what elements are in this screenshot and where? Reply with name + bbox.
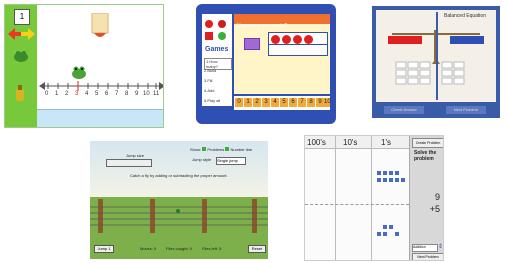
tick-label: 2	[65, 91, 69, 97]
counter	[282, 35, 291, 44]
flies-left-count: Flies left: 5	[202, 246, 222, 251]
menu-item[interactable]: 4.Add	[204, 88, 214, 93]
place-value-header: 100's 10's 1's	[305, 136, 409, 149]
number-button[interactable]: 8	[307, 98, 315, 107]
number-buttons: 0 1 2 3 4 5 6 7 8 9 10	[234, 96, 331, 110]
number-line-labels: 0 1 2 3 4 5 6 7 8 9 10 11	[45, 91, 163, 99]
tick-label: 5	[95, 91, 99, 97]
counter	[271, 35, 280, 44]
green-circle-icon[interactable]	[218, 32, 226, 40]
number-button[interactable]: 1	[244, 98, 252, 107]
number-button[interactable]: 4	[271, 98, 279, 107]
top-number-button[interactable]: 1	[14, 9, 30, 25]
check-answer-button[interactable]: Check Answer	[384, 106, 424, 114]
reset-button[interactable]: Reset	[248, 245, 266, 253]
tick-label: 4	[85, 91, 89, 97]
instruction-text: Solve the problem	[414, 150, 437, 162]
flies-caught-count: Flies caught: 0	[166, 246, 193, 251]
tick-label: 11	[153, 91, 160, 97]
tick-label: 7	[115, 91, 119, 97]
jump-button[interactable]: Jump 1	[94, 245, 114, 253]
number-button[interactable]: 7	[298, 98, 306, 107]
next-problem-button[interactable]: Next Problem	[446, 106, 486, 114]
divider	[436, 12, 438, 100]
moves-count: Moves: 0	[140, 246, 157, 251]
show-options[interactable]: Show: Problems Number line	[190, 147, 252, 152]
red-square-icon[interactable]	[205, 32, 213, 40]
bottle-tool-icon[interactable]	[12, 85, 28, 108]
ones-blocks-bottom	[377, 224, 405, 242]
menu-item[interactable]: 5.Play all	[204, 98, 220, 103]
number-button[interactable]: 5	[280, 98, 288, 107]
checkbox[interactable]	[202, 147, 207, 151]
menu-item[interactable]: 2.Build	[204, 68, 216, 73]
ones-blocks-top	[377, 170, 405, 188]
number-button[interactable]: 3	[262, 98, 270, 107]
ten-frame-panel: Games 1.How many? 2.Build 3.Fill 4.Add 5…	[196, 4, 336, 124]
balance-panel: Balanced Equation Check Answer Next Prob…	[372, 6, 500, 118]
number-button[interactable]: 2	[253, 98, 261, 107]
number-button[interactable]: 6	[289, 98, 297, 107]
apple-icon[interactable]	[218, 20, 226, 28]
next-problem-button[interactable]: Next Problem	[412, 253, 443, 260]
number-button[interactable]: 9	[316, 98, 324, 107]
column-divider	[371, 136, 372, 260]
play-area: How many are empty?	[234, 14, 330, 94]
counter	[304, 35, 313, 44]
number-button[interactable]: 10	[324, 98, 331, 107]
counter-box[interactable]	[244, 38, 260, 50]
number-button[interactable]: 0	[235, 98, 243, 107]
row-divider	[305, 204, 409, 205]
question-text: How many are empty?	[237, 23, 288, 29]
fly-game-panel: Show: Problems Number line Jump size Jum…	[90, 141, 268, 259]
problem-bottom-number: +5	[429, 204, 440, 214]
tick-label: 3	[75, 91, 79, 97]
question-bar: How many are empty?	[234, 14, 330, 29]
number-line-panel: 1 0 1 2 3 4 5 6 7 8 9 10 11	[4, 4, 164, 128]
create-problem-button[interactable]: Create Problem	[412, 138, 443, 148]
jump-style-select[interactable]: Single jump	[216, 157, 246, 165]
mode-select[interactable]: Addition	[412, 244, 438, 252]
balance-area: Balanced Equation	[376, 10, 496, 102]
balance-title: Balanced Equation	[444, 13, 486, 19]
tick-label: 6	[105, 91, 109, 97]
jump-size-control[interactable]	[106, 159, 152, 167]
tick-label: 9	[135, 91, 139, 97]
frog-tool-icon[interactable]	[13, 49, 29, 68]
hanging-lamp-icon	[91, 12, 109, 46]
ones-header: 1's	[381, 138, 391, 147]
tick-label: 1	[55, 91, 59, 97]
tens-header: 10's	[343, 138, 358, 147]
updown-arrow-icon[interactable]: ⇕	[438, 243, 443, 250]
jump-size-label: Jump size	[126, 153, 145, 158]
place-value-panel: 100's 10's 1's Create Problem Solve the …	[304, 135, 444, 261]
status-bar	[37, 109, 163, 127]
hundreds-header: 100's	[307, 138, 326, 147]
red-circle-icon[interactable]	[205, 20, 213, 28]
left-arrow-icon[interactable]	[8, 27, 22, 45]
tick-label: 0	[45, 91, 49, 97]
checkbox[interactable]	[225, 147, 230, 151]
tick-label: 8	[125, 91, 129, 97]
menu-item[interactable]: 3.Fill	[204, 78, 212, 83]
problem-top-number: 9	[434, 192, 440, 202]
instructions: Catch a fly by adding or subtracting the…	[130, 173, 228, 178]
jump-style-label: Jump style	[192, 157, 212, 162]
tick-label: 10	[143, 91, 150, 97]
game-menu: Games 1.How many? 2.Build 3.Fill 4.Add 5…	[202, 14, 232, 106]
frame-divider	[269, 44, 327, 45]
ten-frame[interactable]	[268, 32, 328, 56]
side-panel: Create Problem Solve the problem 9 +5 Ad…	[409, 136, 443, 260]
right-arrow-icon[interactable]	[21, 27, 35, 45]
fence	[90, 199, 268, 233]
counter	[293, 35, 302, 44]
menu-title: Games	[205, 46, 229, 53]
column-divider	[335, 136, 336, 260]
